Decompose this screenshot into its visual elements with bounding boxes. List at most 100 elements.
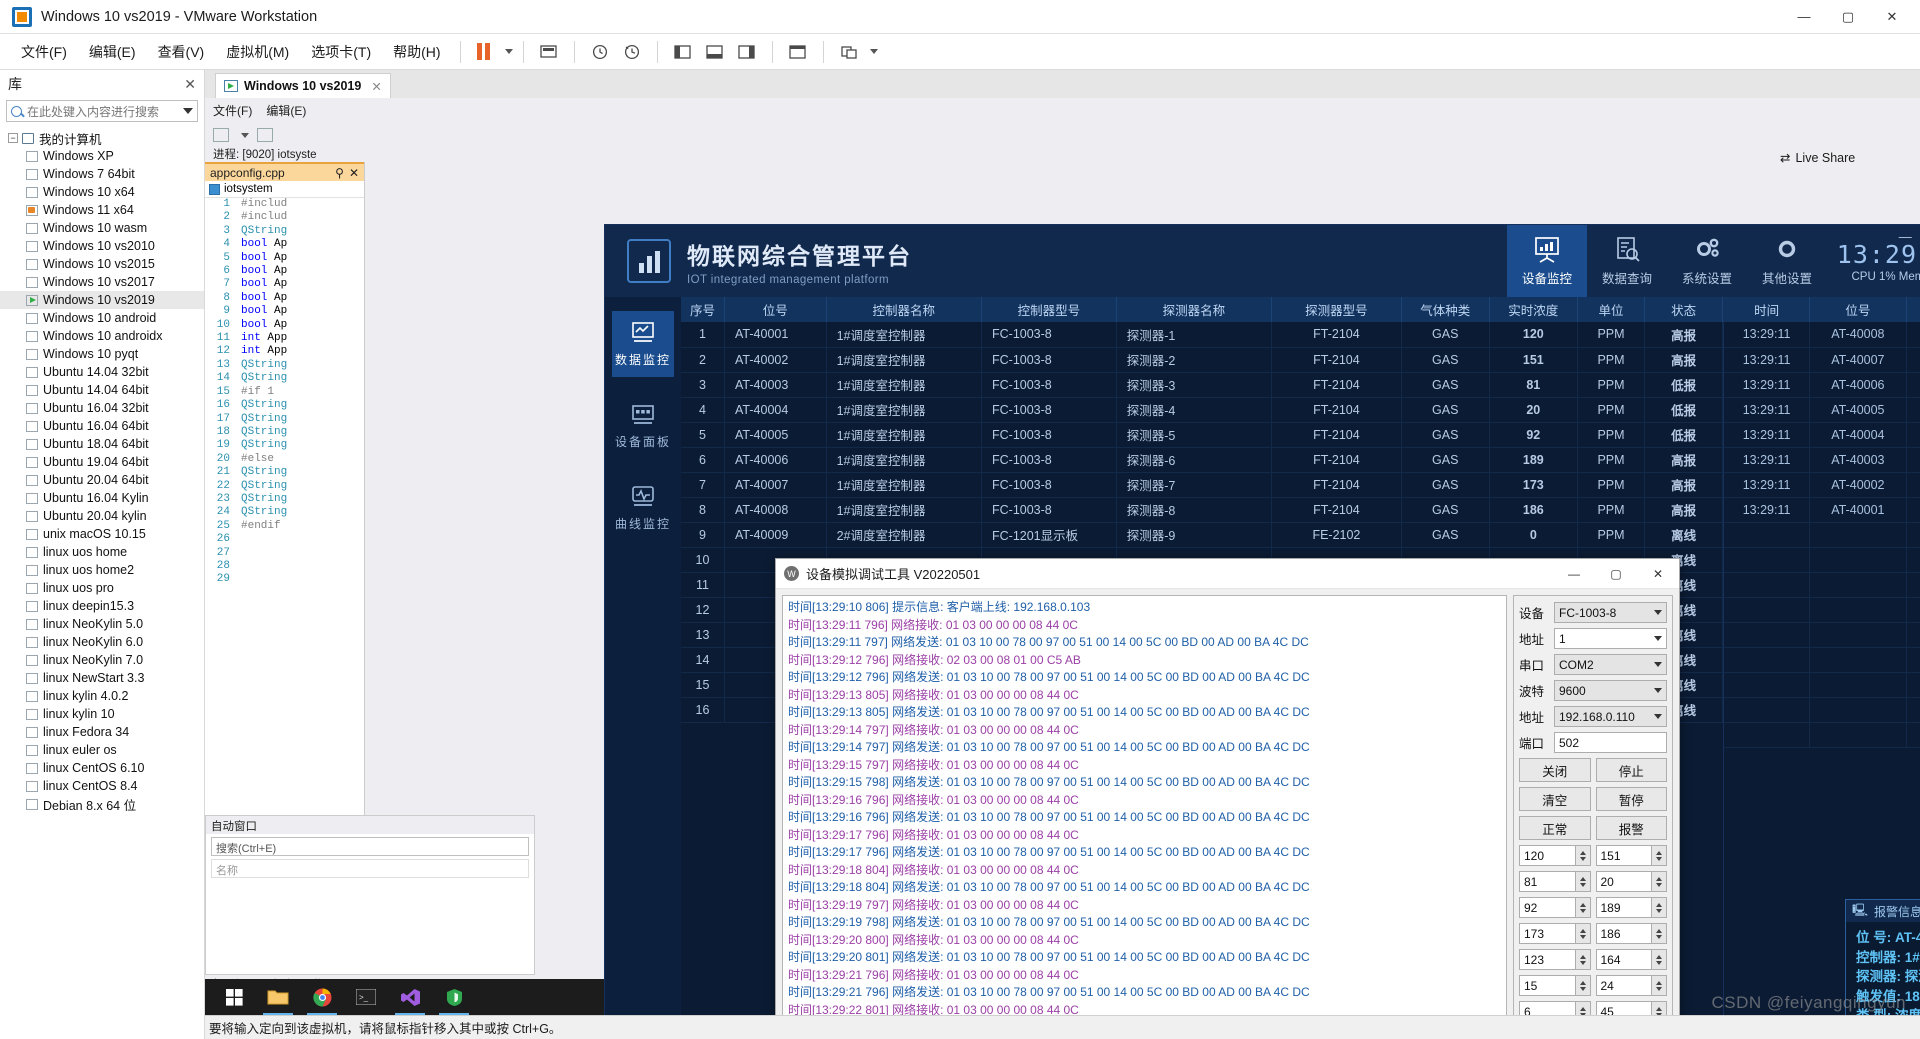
vs-code-line[interactable]: #if 1 (241, 386, 364, 399)
vs-code-line[interactable]: QString (241, 225, 364, 238)
list-item[interactable]: 13:29:11AT-40006189 (1724, 372, 1920, 397)
arrow-down-icon[interactable] (1580, 883, 1586, 887)
vs-code-line[interactable]: #else (241, 453, 364, 466)
unity-mode-icon[interactable] (834, 38, 864, 66)
live-share-button[interactable]: ⇄ Live Share (1780, 150, 1855, 165)
chevron-down-icon[interactable] (241, 133, 249, 138)
table-row[interactable]: 4AT-400041#调度室控制器FC-1003-8探测器-4FT-2104GA… (681, 397, 1723, 422)
unity-chevron-icon[interactable] (870, 49, 878, 54)
tree-item-vm[interactable]: linux CentOS 8.4 (0, 777, 204, 795)
device-table-col-3[interactable]: 控制器型号 (982, 297, 1117, 322)
tree-item-vm[interactable]: linux uos home (0, 543, 204, 561)
terminal-icon[interactable]: >_ (345, 979, 387, 1015)
tree-item-vm[interactable]: Ubuntu 19.04 64bit (0, 453, 204, 471)
table-row[interactable]: 1AT-400011#调度室控制器FC-1003-8探测器-1FT-2104GA… (681, 322, 1723, 347)
device-table-col-1[interactable]: 位号 (725, 297, 827, 322)
alarm-log-col-2[interactable]: 报警值 (1906, 297, 1920, 322)
device-table-col-6[interactable]: 气体种类 (1401, 297, 1489, 322)
arrow-up-icon[interactable] (1656, 955, 1662, 959)
vs-code-line[interactable]: bool Ap (241, 305, 364, 318)
vs-menu-file[interactable]: 文件(F) (213, 102, 252, 119)
tree-item-vm[interactable]: unix macOS 10.15 (0, 525, 204, 543)
menu-tabs[interactable]: 选项卡(T) (300, 38, 382, 66)
sidebar-item-device-panel[interactable]: 设备面板 (612, 393, 674, 459)
tree-item-vm[interactable]: Ubuntu 16.04 Kylin (0, 489, 204, 507)
value-stepper[interactable]: 45 (1596, 1001, 1668, 1015)
arrow-down-icon[interactable] (1656, 909, 1662, 913)
arrow-down-icon[interactable] (1580, 857, 1586, 861)
nav-device-monitor[interactable]: 设备监控 (1507, 225, 1587, 297)
value-stepper[interactable]: 81 (1519, 871, 1591, 892)
vs-code-line[interactable]: QString (241, 493, 364, 506)
stepper-arrows[interactable] (1575, 846, 1590, 865)
action-button[interactable]: 停止 (1596, 758, 1668, 782)
vs-code-line[interactable]: QString (241, 466, 364, 479)
tree-item-vm[interactable]: linux uos pro (0, 579, 204, 597)
chevron-down-icon[interactable] (183, 108, 193, 114)
show-library-icon[interactable] (668, 38, 698, 66)
nav-system-settings[interactable]: 系统设置 (1667, 225, 1747, 297)
sidebar-item-data-monitor[interactable]: 数据监控 (612, 311, 674, 377)
close-button[interactable]: ✕ (1870, 2, 1914, 32)
action-button[interactable]: 关闭 (1519, 758, 1591, 782)
show-console-icon[interactable] (700, 38, 730, 66)
arrow-down-icon[interactable] (1656, 961, 1662, 965)
value-stepper[interactable]: 186 (1596, 923, 1668, 944)
value-stepper[interactable]: 120 (1519, 845, 1591, 866)
stepper-arrows[interactable] (1651, 1002, 1666, 1015)
menu-view[interactable]: 查看(V) (147, 38, 216, 66)
device-table-col-2[interactable]: 控制器名称 (826, 297, 981, 322)
value-stepper[interactable]: 24 (1596, 975, 1668, 996)
dialog-maximize-button[interactable]: ▢ (1595, 559, 1637, 588)
arrow-up-icon[interactable] (1656, 929, 1662, 933)
device-table-col-5[interactable]: 探测器型号 (1272, 297, 1402, 322)
stepper-arrows[interactable] (1575, 950, 1590, 969)
vs-code-line[interactable]: bool Ap (241, 238, 364, 251)
vs-code-line[interactable]: #endif (241, 520, 364, 533)
tree-item-vm[interactable]: Ubuntu 16.04 32bit (0, 399, 204, 417)
vs-code-line[interactable]: bool Ap (241, 319, 364, 332)
arrow-down-icon[interactable] (1656, 987, 1662, 991)
tree-item-vm[interactable]: Ubuntu 14.04 32bit (0, 363, 204, 381)
tree-item-vm[interactable]: Windows XP (0, 147, 204, 165)
stepper-arrows[interactable] (1575, 872, 1590, 891)
value-stepper[interactable]: 123 (1519, 949, 1591, 970)
alarm-log-col-0[interactable]: 时间 (1724, 297, 1810, 322)
arrow-up-icon[interactable] (1580, 903, 1586, 907)
arrow-up-icon[interactable] (1656, 851, 1662, 855)
vs-code-line[interactable]: QString (241, 506, 364, 519)
tree-item-vm[interactable]: Windows 10 wasm (0, 219, 204, 237)
value-stepper[interactable]: 173 (1519, 923, 1591, 944)
arrow-up-icon[interactable] (1580, 851, 1586, 855)
vs-code-line[interactable]: QString (241, 480, 364, 493)
chevron-down-icon[interactable] (1654, 636, 1662, 641)
arrow-up-icon[interactable] (1580, 1007, 1586, 1011)
action-button[interactable]: 暂停 (1596, 787, 1668, 811)
chrome-icon[interactable] (301, 979, 343, 1015)
device-table-col-8[interactable]: 单位 (1577, 297, 1644, 322)
library-search-input[interactable]: 在此处键入内容进行搜索 (6, 100, 198, 122)
arrow-up-icon[interactable] (1580, 981, 1586, 985)
tree-item-vm[interactable]: Windows 10 vs2015 (0, 255, 204, 273)
action-button[interactable]: 正常 (1519, 816, 1591, 840)
stepper-arrows[interactable] (1575, 898, 1590, 917)
menu-vm[interactable]: 虚拟机(M) (215, 38, 300, 66)
arrow-up-icon[interactable] (1580, 877, 1586, 881)
minimize-button[interactable]: — (1782, 2, 1826, 32)
arrow-down-icon[interactable] (1656, 935, 1662, 939)
vs-open-icon[interactable] (257, 128, 273, 142)
tree-item-vm[interactable]: Windows 10 androidx (0, 327, 204, 345)
maximize-button[interactable]: ▢ (1826, 2, 1870, 32)
alarm-log-col-1[interactable]: 位号 (1810, 297, 1906, 322)
value-stepper[interactable]: 15 (1519, 975, 1591, 996)
action-button[interactable]: 清空 (1519, 787, 1591, 811)
list-item[interactable]: 13:29:11AT-40002151 (1724, 472, 1920, 497)
arrow-up-icon[interactable] (1656, 981, 1662, 985)
stepper-arrows[interactable] (1651, 950, 1666, 969)
tree-item-vm[interactable]: Ubuntu 16.04 64bit (0, 417, 204, 435)
table-row[interactable]: 9AT-400092#调度室控制器FC-1201显示板探测器-9FE-2102G… (681, 522, 1723, 547)
stepper-arrows[interactable] (1575, 1002, 1590, 1015)
list-item[interactable]: 13:29:11AT-4000592 (1724, 397, 1920, 422)
value-stepper[interactable]: 151 (1596, 845, 1668, 866)
alarm-log-body[interactable]: 13:29:11AT-4000818613:29:11AT-4000717313… (1724, 322, 1920, 747)
